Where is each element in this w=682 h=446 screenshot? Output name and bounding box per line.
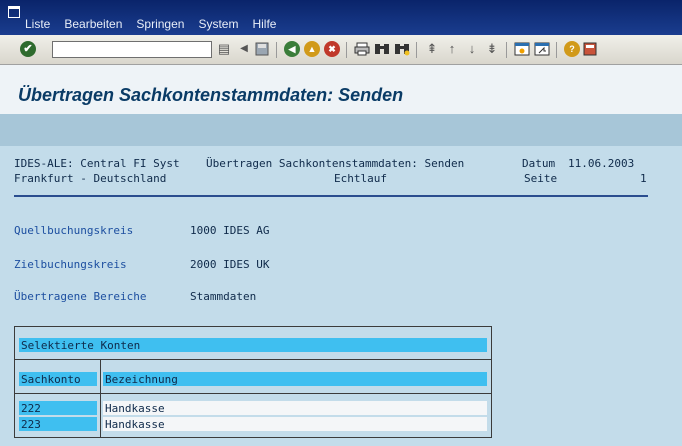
layout-icon[interactable] xyxy=(582,41,598,57)
exit-icon[interactable]: ▲ xyxy=(304,41,320,57)
create-session-icon[interactable] xyxy=(514,41,530,57)
command-field[interactable] xyxy=(52,41,212,60)
find-next-icon[interactable] xyxy=(394,41,410,57)
transferred-areas-label: Übertragene Bereiche xyxy=(14,290,147,303)
header-system: IDES-ALE: Central FI Syst xyxy=(14,157,180,170)
last-page-icon[interactable]: ⇟ xyxy=(484,41,500,57)
header-date-value: 11.06.2003 xyxy=(568,157,635,170)
menu-liste[interactable]: Liste xyxy=(25,17,50,31)
menu-bearbeiten[interactable]: Bearbeiten xyxy=(64,17,122,31)
menu-items: Liste Bearbeiten Springen System Hilfe xyxy=(25,17,276,31)
divider xyxy=(15,393,491,394)
column-divider xyxy=(100,360,101,437)
table-row-account[interactable]: 222 xyxy=(21,402,41,415)
command-dropdown-icon[interactable]: ◀ xyxy=(236,41,252,57)
separator xyxy=(416,42,417,58)
source-company-code-label: Quellbuchungskreis xyxy=(14,224,134,237)
table-row-description[interactable]: Handkasse xyxy=(105,402,165,415)
header-location: Frankfurt - Deutschland xyxy=(14,172,167,185)
header-page-label: Seite xyxy=(524,172,558,185)
header-page-value: 1 xyxy=(640,172,647,185)
next-page-icon[interactable]: ↓ xyxy=(464,41,480,57)
selected-accounts-table: Selektierte Konten Sachkonto Bezeichnung… xyxy=(14,326,492,438)
previous-page-icon[interactable]: ↑ xyxy=(444,41,460,57)
source-company-code-value: 1000 IDES AG xyxy=(190,224,270,237)
system-menu-icon[interactable] xyxy=(8,6,20,18)
menu-hilfe[interactable]: Hilfe xyxy=(252,17,276,31)
command-input[interactable] xyxy=(53,44,195,60)
divider xyxy=(15,359,491,360)
target-company-code-value: 2000 IDES UK xyxy=(190,258,270,271)
shortcut-icon[interactable] xyxy=(534,41,550,57)
application-toolbar xyxy=(0,114,682,146)
table-title: Selektierte Konten xyxy=(21,339,141,352)
header-mode: Echtlauf xyxy=(334,172,387,185)
separator xyxy=(346,42,347,58)
target-company-code-label: Zielbuchungskreis xyxy=(14,258,127,271)
cancel-icon[interactable]: ✖ xyxy=(324,41,340,57)
standard-toolbar: ✔ ▤ ◀ ◀ ▲ ✖ ⇞ ↑ ↓ ⇟ ? xyxy=(0,35,682,65)
save-icon[interactable] xyxy=(254,41,270,57)
menu-system[interactable]: System xyxy=(198,17,238,31)
column-header-bezeichnung: Bezeichnung xyxy=(105,373,178,386)
first-page-icon[interactable]: ⇞ xyxy=(424,41,440,57)
header-date-label: Datum xyxy=(522,157,556,170)
help-icon[interactable]: ? xyxy=(564,41,580,57)
find-icon[interactable] xyxy=(374,41,390,57)
table-row-account[interactable]: 223 xyxy=(21,418,41,431)
back-icon[interactable]: ◀ xyxy=(284,41,300,57)
command-history-icon[interactable]: ▤ xyxy=(216,41,232,57)
menu-bar: Liste Bearbeiten Springen System Hilfe xyxy=(0,0,682,35)
report-header: IDES-ALE: Central FI Syst Übertragen Sac… xyxy=(14,157,648,197)
separator xyxy=(276,42,277,58)
header-title: Übertragen Sachkontenstammdaten: Senden xyxy=(206,157,465,170)
report-list: IDES-ALE: Central FI Syst Übertragen Sac… xyxy=(0,146,682,446)
transferred-areas-value: Stammdaten xyxy=(190,290,257,303)
column-header-sachkonto: Sachkonto xyxy=(21,373,81,386)
print-icon[interactable] xyxy=(354,41,370,57)
separator xyxy=(506,42,507,58)
separator xyxy=(556,42,557,58)
enter-icon[interactable]: ✔ xyxy=(20,41,36,57)
table-row-description[interactable]: Handkasse xyxy=(105,418,165,431)
page-title: Übertragen Sachkontenstammdaten: Senden xyxy=(18,85,404,105)
menu-springen[interactable]: Springen xyxy=(136,17,184,31)
